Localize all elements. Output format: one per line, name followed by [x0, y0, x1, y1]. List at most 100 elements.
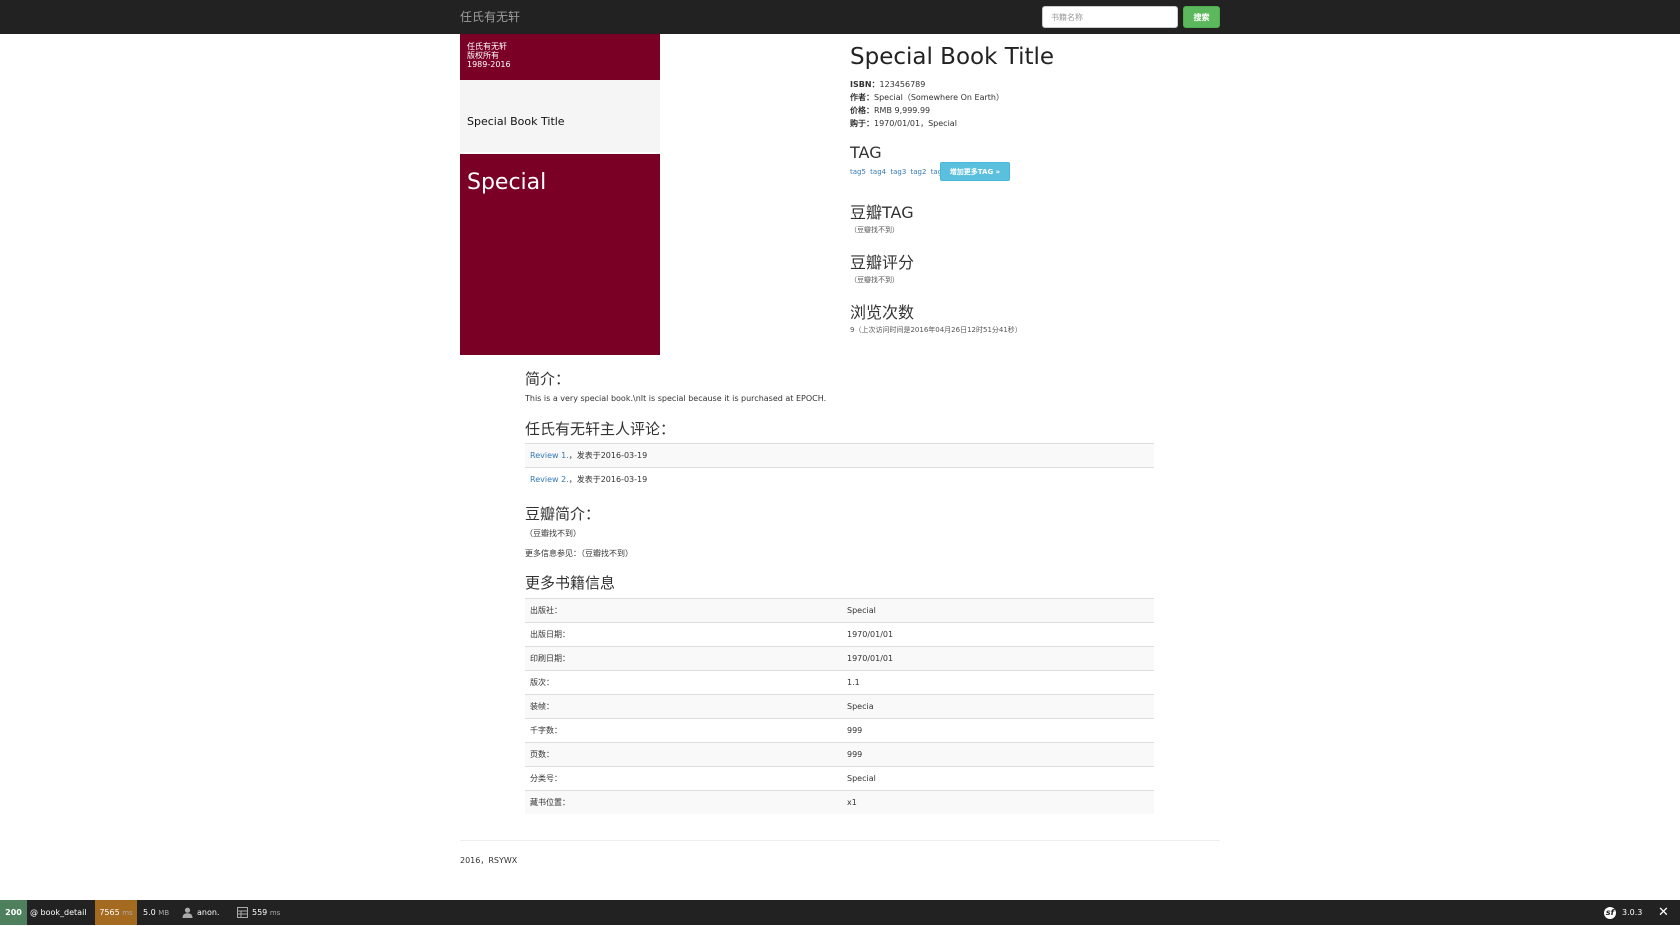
info-label: 版次：: [525, 670, 842, 695]
table-row: Review 1.，发表于2016-03-19: [525, 443, 1154, 468]
page-title: Special Book Title: [850, 44, 1055, 70]
douban-intro-text: （豆瓣找不到）: [525, 529, 581, 538]
version-info[interactable]: sf 3.0.3: [1604, 900, 1642, 925]
isbn-value: 123456789: [879, 80, 926, 89]
views-note: 9（上次访问时间是2016年04月26日12时51分41秒）: [850, 326, 1022, 334]
db-value: 559: [252, 908, 268, 917]
intro-text: This is a very special book.\nIt is spec…: [525, 394, 827, 403]
info-label: 藏书位置：: [525, 790, 842, 814]
price-label: 价格：: [850, 106, 874, 115]
db-time[interactable]: 559 ms: [237, 900, 280, 925]
user-indicator[interactable]: anon.: [182, 900, 219, 925]
cover-publisher: 任氏有无轩 版权所有 1989-2016: [467, 42, 511, 69]
review-cell: Review 1.，发表于2016-03-19: [525, 443, 1154, 468]
user-name: anon.: [197, 908, 220, 917]
views-heading: 浏览次数: [850, 303, 915, 322]
version-value: 3.0.3: [1622, 908, 1643, 917]
review-link[interactable]: Review 2.: [530, 475, 569, 484]
info-value: 1970/01/01: [842, 646, 1154, 671]
status-badge[interactable]: 200: [0, 900, 27, 925]
table-row: 版次： 1.1: [525, 670, 1154, 695]
memory-value: 5.0: [143, 908, 156, 917]
book-cover: 任氏有无轩 版权所有 1989-2016 Special Book Title …: [460, 34, 660, 355]
memory-usage[interactable]: 5.0 MB: [143, 900, 169, 925]
user-icon: [182, 907, 193, 918]
info-label: 出版社：: [525, 598, 842, 623]
table-row: 出版日期： 1970/01/01: [525, 622, 1154, 647]
info-label: 印刷日期：: [525, 646, 842, 671]
review-cell: Review 2.，发表于2016-03-19: [525, 467, 1154, 491]
author-value: Special（Somewhere On Earth）: [874, 93, 1004, 102]
search-input[interactable]: [1042, 6, 1178, 28]
author-line: 作者：Special（Somewhere On Earth）: [850, 92, 1004, 103]
review-link[interactable]: Review 1.: [530, 451, 569, 460]
tag-link[interactable]: tag3: [890, 168, 906, 176]
info-value: 1970/01/01: [842, 622, 1154, 647]
tag-heading: TAG: [850, 143, 882, 162]
douban-tag-note: （豆瓣找不到）: [850, 226, 899, 234]
debug-toolbar: 200 @ book_detail 7565 ms 5.0 MB anon. 5…: [0, 900, 1680, 925]
cover-publisher-line: 任氏有无轩: [467, 42, 507, 51]
table-row: 装帧： Specia: [525, 694, 1154, 719]
douban-tag-heading: 豆瓣TAG: [850, 203, 914, 222]
more-info-table: 出版社： Special 出版日期： 1970/01/01 印刷日期： 1970/01…: [525, 598, 1154, 814]
search-button[interactable]: 搜索: [1183, 6, 1220, 28]
isbn-line: ISBN：123456789: [850, 79, 925, 90]
tag-link[interactable]: tag4: [870, 168, 886, 176]
info-value: x1: [842, 790, 1154, 814]
purchase-label: 购于：: [850, 119, 874, 128]
table-row: 印刷日期： 1970/01/01: [525, 646, 1154, 671]
douban-rating-note: （豆瓣找不到）: [850, 276, 899, 284]
top-navbar: 任氏有无轩 搜索: [0, 0, 1680, 34]
cover-publisher-line: 1989-2016: [467, 60, 511, 69]
request-time[interactable]: 7565 ms: [95, 900, 137, 925]
tag-list: tag5 tag4 tag3 tag2 tag1 dd 增加更多TAG »: [850, 162, 1010, 181]
footer-text: 2016，RSYWX: [460, 856, 518, 865]
time-unit: ms: [122, 909, 133, 917]
douban-intro-heading: 豆瓣简介：: [525, 505, 601, 523]
reviews-heading: 任氏有无轩主人评论：: [525, 420, 676, 438]
db-unit: ms: [269, 909, 281, 917]
review-meta: ，发表于2016-03-19: [568, 475, 648, 484]
add-tag-button[interactable]: 增加更多TAG »: [940, 162, 1010, 181]
table-row: 分类号： Special: [525, 766, 1154, 791]
info-value: Special: [842, 766, 1154, 791]
info-value: Special: [842, 598, 1154, 623]
info-value: 999: [842, 718, 1154, 743]
info-label: 装帧：: [525, 694, 842, 719]
route-indicator[interactable]: @ book_detail: [30, 900, 87, 925]
info-value: 999: [842, 742, 1154, 767]
close-icon[interactable]: ✕: [1658, 900, 1669, 925]
intro-heading: 简介：: [525, 370, 571, 388]
douban-rating-heading: 豆瓣评分: [850, 253, 915, 272]
price-line: 价格：RMB 9,999.99: [850, 105, 930, 116]
symfony-logo-icon: sf: [1604, 906, 1616, 919]
author-label: 作者：: [850, 93, 874, 102]
table-row: Review 2.，发表于2016-03-19: [525, 467, 1154, 491]
douban-more-text: 更多信息参见：（豆瓣找不到）: [525, 549, 633, 558]
tag-link[interactable]: tag2: [911, 168, 927, 176]
footer-divider: [460, 840, 1220, 841]
info-value: 1.1: [842, 670, 1154, 695]
table-row: 千字数： 999: [525, 718, 1154, 743]
info-value: Specia: [842, 694, 1154, 719]
purchase-value: 1970/01/01，Special: [874, 119, 957, 128]
purchase-line: 购于：1970/01/01，Special: [850, 118, 957, 129]
time-value: 7565: [99, 908, 120, 917]
cover-publisher-line: 版权所有: [467, 51, 499, 60]
info-label: 出版日期：: [525, 622, 842, 647]
review-meta: ，发表于2016-03-19: [568, 451, 648, 460]
reviews-table: Review 1.，发表于2016-03-19 Review 2.，发表于201…: [525, 443, 1154, 491]
memory-unit: MB: [158, 909, 170, 917]
table-row: 藏书位置： x1: [525, 790, 1154, 814]
database-icon: [237, 907, 248, 918]
isbn-label: ISBN：: [850, 80, 880, 89]
cover-author: Special: [467, 170, 547, 195]
cover-title: Special Book Title: [467, 115, 565, 128]
info-label: 页数：: [525, 742, 842, 767]
table-row: 页数： 999: [525, 742, 1154, 767]
price-value: RMB 9,999.99: [874, 106, 931, 115]
brand-link[interactable]: 任氏有无轩: [460, 8, 520, 25]
tag-link[interactable]: tag5: [850, 168, 866, 176]
table-row: 出版社： Special: [525, 598, 1154, 623]
